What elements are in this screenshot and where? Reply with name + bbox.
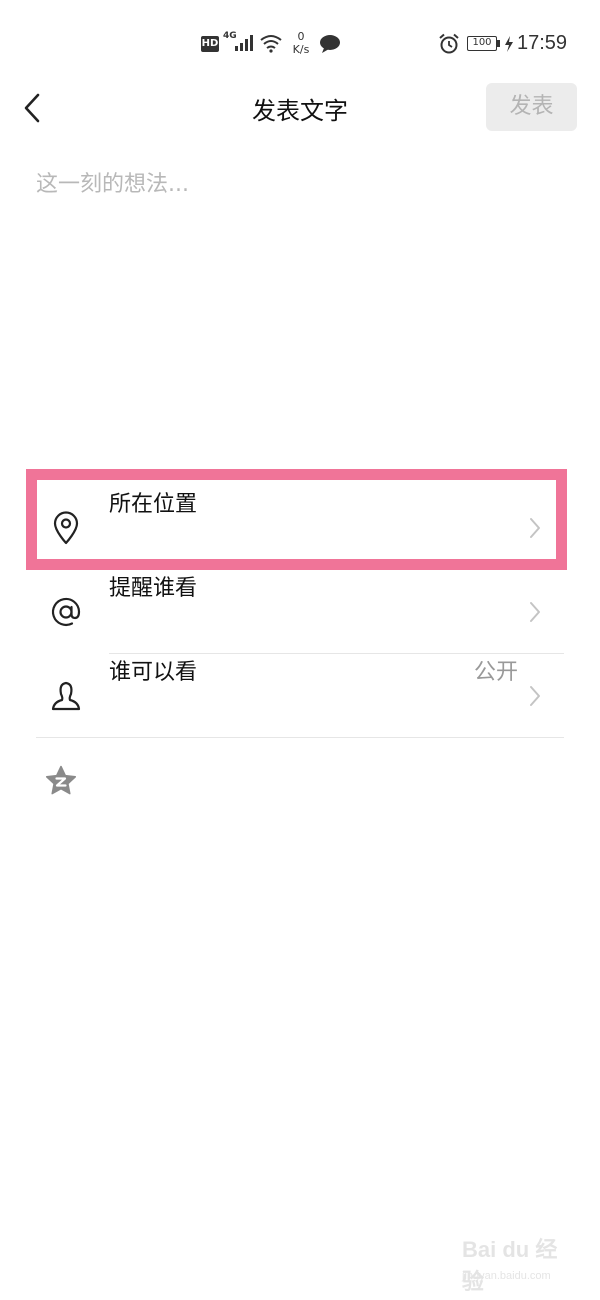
chat-bubble-icon (320, 35, 340, 53)
network-speed: 0 K/s (286, 30, 316, 56)
alarm-icon (439, 33, 459, 54)
nav-bar: 发表文字 发表 (0, 80, 600, 136)
section-divider (36, 737, 564, 738)
status-time: 17:59 (517, 32, 568, 54)
at-sign-icon (50, 594, 82, 630)
battery-indicator: 100 (467, 36, 497, 51)
visibility-row[interactable]: 谁可以看 公开 (36, 654, 564, 738)
speed-unit: K/s (292, 43, 310, 56)
mention-row[interactable]: 提醒谁看 (36, 570, 564, 654)
wifi-icon (260, 35, 282, 53)
visibility-value: 公开 (473, 660, 518, 685)
location-pin-icon (50, 510, 82, 546)
baidu-jingyan-watermark: Bai du 经验 jingyan.baidu.com (462, 1232, 572, 1294)
battery-tip (497, 40, 500, 47)
charging-bolt-icon (505, 36, 513, 52)
chevron-right-icon (530, 686, 540, 706)
chevron-right-icon (530, 518, 540, 538)
watermark-site: jingyan.baidu.com (462, 1270, 551, 1282)
person-icon (50, 678, 82, 714)
star-badge-button[interactable] (44, 764, 78, 798)
chevron-right-icon (530, 602, 540, 622)
hd-badge: HD (201, 36, 219, 52)
star-badge-icon (45, 765, 77, 795)
location-label: 所在位置 (109, 492, 198, 517)
status-bar: HD 4G 0 K/s 100 17:59 (0, 0, 600, 90)
mention-label: 提醒谁看 (109, 576, 198, 601)
publish-button[interactable]: 发表 (486, 83, 577, 131)
location-row[interactable]: 所在位置 (36, 486, 564, 570)
visibility-label: 谁可以看 (109, 660, 198, 685)
post-text-input[interactable] (36, 160, 564, 426)
signal-icon (235, 35, 253, 51)
speed-value: 0 (297, 30, 305, 43)
watermark-logo: Bai du 经验 (462, 1237, 558, 1294)
